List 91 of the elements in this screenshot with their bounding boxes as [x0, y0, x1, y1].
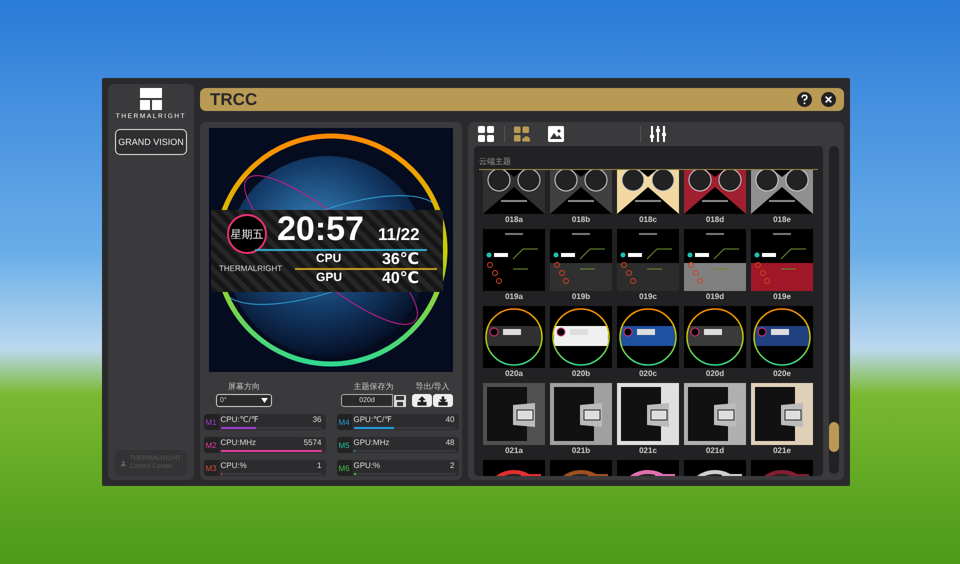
theme-thumbnail[interactable]: [550, 170, 612, 214]
metric-row[interactable]: M2 CPU:MHz 5574: [204, 437, 326, 453]
save-label: 主题保存为: [354, 381, 394, 392]
theme-name: 019c: [639, 291, 657, 302]
slot-label: M5: [336, 437, 352, 453]
clock-time: 20:57: [277, 210, 364, 248]
device-button[interactable]: GRAND VISION: [115, 129, 187, 155]
theme-name: 018e: [773, 214, 791, 225]
theme-thumbnail[interactable]: [617, 383, 679, 445]
theme-name: 020d: [706, 368, 724, 379]
theme-thumbnail[interactable]: [684, 170, 746, 214]
theme-thumbnail[interactable]: [483, 383, 545, 445]
theme-name: 018a: [505, 214, 523, 225]
metric-row[interactable]: M3 CPU:% 1: [204, 460, 326, 476]
metric-row[interactable]: M6 GPU:% 2: [336, 460, 458, 476]
metric-label: CPU:%: [220, 461, 247, 471]
export-import-label: 导出/导入: [415, 381, 450, 392]
theme-name: 020b: [572, 368, 590, 379]
upload-icon: [417, 396, 427, 406]
caret-icon: [261, 398, 268, 403]
export-button[interactable]: [412, 394, 432, 407]
brand-text: THERMALRIGHT: [219, 264, 284, 274]
metric-label: CPU:℃/℉: [220, 415, 258, 425]
metric-value: 40: [446, 415, 454, 425]
metric-value: 36: [312, 415, 322, 425]
metric-row[interactable]: M4 GPU:℃/℉ 40: [336, 414, 458, 430]
theme-thumbnail[interactable]: [550, 306, 612, 368]
theme-name: 021b: [572, 445, 590, 456]
theme-name: 020a: [505, 368, 523, 379]
metric-row[interactable]: M1 CPU:℃/℉ 36: [204, 414, 326, 430]
sensor-value: 40℃: [382, 270, 420, 286]
theme-thumbnail[interactable]: [684, 229, 746, 291]
theme-thumbnail[interactable]: [684, 306, 746, 368]
slot-label: M4: [336, 414, 352, 430]
sensor-label: GPU: [315, 270, 344, 286]
theme-thumbnail[interactable]: [751, 306, 813, 368]
theme-name: 019d: [706, 291, 724, 302]
theme-name: 020e: [773, 368, 791, 379]
metric-row[interactable]: M5 GPU:MHz 48: [336, 437, 458, 453]
logo-icon: [140, 88, 162, 110]
metric-label: GPU:℃/℉: [354, 415, 392, 425]
rotation-label: 屏幕方向: [228, 381, 260, 392]
grid-icon[interactable]: [478, 126, 494, 142]
sensor-value: 36℃: [382, 251, 420, 268]
theme-name: 021a: [505, 445, 523, 456]
window-title: TRCC: [210, 90, 258, 110]
theme-name: 018c: [639, 214, 657, 225]
theme-thumbnail[interactable]: [751, 229, 813, 291]
theme-thumbnail[interactable]: [617, 229, 679, 291]
theme-name: 021e: [773, 445, 791, 456]
slot-label: M6: [336, 460, 352, 476]
metric-value: 2: [450, 461, 454, 471]
theme-thumbnail[interactable]: [751, 383, 813, 445]
image-icon[interactable]: [548, 126, 564, 142]
theme-name: 021d: [706, 445, 724, 456]
theme-thumbnail[interactable]: [684, 383, 746, 445]
slot-label: M1: [204, 414, 218, 430]
metric-value: 5574: [304, 438, 322, 448]
metric-label: GPU:%: [354, 461, 380, 471]
weekday-badge: 星期五: [227, 214, 267, 254]
save-icon[interactable]: [394, 394, 406, 406]
import-button[interactable]: [433, 394, 453, 407]
theme-thumbnail[interactable]: [617, 170, 679, 214]
metric-value: 48: [446, 438, 454, 448]
theme-thumbnail[interactable]: [550, 229, 612, 291]
clock-date: 11/22: [378, 225, 420, 245]
theme-name: 019b: [572, 291, 590, 302]
sensor-label: CPU: [315, 251, 342, 267]
theme-thumbnail[interactable]: [617, 306, 679, 368]
metric-value: 1: [317, 461, 322, 471]
theme-name: 018d: [706, 214, 724, 225]
download-icon: [438, 396, 448, 406]
help-icon[interactable]: [797, 92, 812, 107]
theme-name: 020c: [639, 368, 657, 379]
slot-label: M2: [204, 437, 218, 453]
metric-label: CPU:MHz: [220, 438, 256, 448]
equalizer-icon[interactable]: [650, 126, 666, 142]
metric-label: GPU:MHz: [354, 438, 390, 448]
section-title: 云端主题: [479, 156, 512, 167]
cloud-grid-icon[interactable]: [514, 126, 530, 142]
theme-name: 021c: [639, 445, 657, 456]
theme-name: 019a: [505, 291, 523, 302]
theme-thumbnail[interactable]: [751, 170, 813, 214]
slot-label: M3: [204, 460, 218, 476]
theme-thumbnail[interactable]: [483, 306, 545, 368]
close-icon[interactable]: [821, 92, 836, 107]
theme-thumbnail[interactable]: [550, 383, 612, 445]
theme-name: 018b: [572, 214, 590, 225]
theme-thumbnail[interactable]: [483, 170, 545, 214]
scrollbar-thumb[interactable]: [829, 422, 839, 452]
theme-name: 019e: [773, 291, 791, 302]
